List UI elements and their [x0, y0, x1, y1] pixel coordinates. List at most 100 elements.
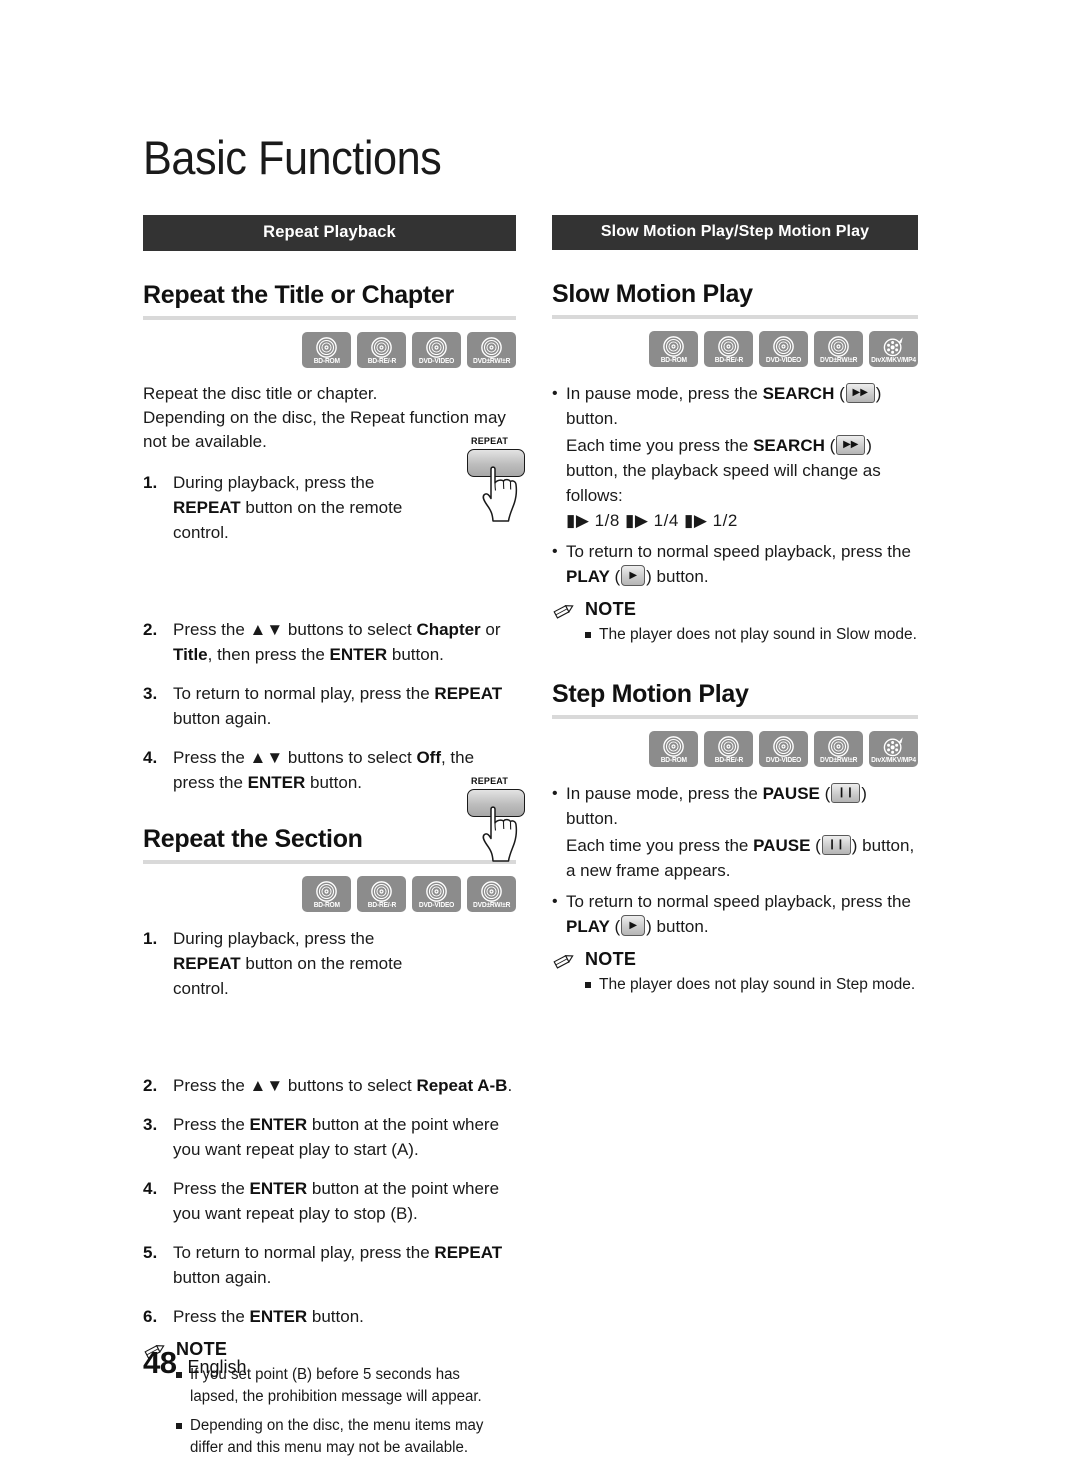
step-text: Press the ENTER button at the point wher… [173, 1112, 516, 1162]
disc-icon [371, 336, 392, 358]
disc-icon [828, 735, 849, 757]
note-block: NOTE The player does not play sound in S… [552, 949, 918, 996]
bullet-dot-icon: • [552, 893, 558, 910]
cont-fragment-bold: PAUSE [753, 836, 811, 855]
step-number: 2. [143, 620, 158, 639]
media-badge-label: DivX/MKV/MP4 [871, 356, 916, 364]
step-fragment-bold: REPEAT [434, 1243, 503, 1262]
step-item: 4. Press the ENTER button at the point w… [143, 1176, 516, 1226]
play-key-icon: ▶ [621, 565, 646, 586]
note-item: The player does not play sound in Slow m… [585, 624, 918, 646]
disc-badge-label: DVD±RW/±R [472, 901, 511, 909]
step-fragment-bold: ENTER [329, 645, 388, 664]
section-banner-repeat-playback: Repeat Playback [143, 215, 516, 251]
step-item: 1. During playback, press the REPEAT but… [143, 926, 516, 1001]
step-fragment: Press the [173, 1307, 250, 1326]
disc-icon [371, 880, 392, 902]
note-bullet-icon [585, 624, 599, 646]
subheading: Repeat the Title or Chapter [143, 281, 454, 309]
bullet-fragment-bold: PLAY [566, 917, 610, 936]
step-item: 6. Press the ENTER button. [143, 1304, 516, 1329]
step-fragment-bold: REPEAT [173, 954, 241, 973]
disc-badge-row: BD-ROM BD-RE/-R [143, 876, 516, 912]
heading-rule [143, 316, 516, 320]
page-footer: 48 English [143, 1345, 247, 1381]
bullet-item: • To return to normal speed playback, pr… [552, 889, 918, 939]
step-fragment-bold: ENTER [249, 1307, 308, 1326]
disc-badge-label: BD-ROM [313, 901, 340, 909]
disc-badge: DVD±RW/±R [467, 876, 516, 912]
section-slow-motion-play: Slow Motion Play BD-ROM BD-RE/-R DVD-VID… [552, 280, 918, 646]
disc-badge: DVD±RW/±R [814, 731, 863, 767]
bullet-list: • In pause mode, press the SEARCH (▶▶) b… [552, 381, 918, 589]
note-block: NOTE The player does not play sound in S… [552, 599, 918, 646]
cont-fragment: ( [810, 836, 821, 855]
section-repeat-title-or-chapter: Repeat the Title or Chapter BD-ROM BD-RE… [143, 281, 516, 795]
note-item: Depending on the disc, the menu items ma… [176, 1415, 516, 1459]
disc-icon [481, 880, 502, 902]
disc-icon [316, 880, 337, 902]
bullet-text: In pause mode, press the SEARCH (▶▶) but… [566, 381, 918, 431]
step-number: 1. [143, 473, 158, 492]
step-fragment-bold: REPEAT [434, 684, 503, 703]
step-text: Press the ▲▼ buttons to select Repeat A-… [173, 1073, 516, 1098]
bullet-item: • In pause mode, press the PAUSE (❙❙) bu… [552, 781, 918, 831]
step-fragment-bold: Repeat A-B [416, 1076, 508, 1095]
step-fragment-bold: ENTER [249, 1179, 308, 1198]
media-badge-label: DivX/MKV/MP4 [871, 756, 916, 764]
disc-badge-label: BD-RE/-R [714, 356, 743, 364]
bullet-fragment: ) button. [646, 567, 709, 586]
step-text: Press the ▲▼ buttons to select Chapter o… [173, 617, 516, 667]
disc-badge: DVD±RW/±R [814, 331, 863, 367]
step-fragment-bold: REPEAT [173, 498, 241, 517]
step-item: 3. Press the ENTER button at the point w… [143, 1112, 516, 1162]
step-text: Press the ENTER button. [173, 1304, 516, 1329]
disc-badge: BD-ROM [302, 876, 351, 912]
disc-icon [828, 335, 849, 357]
note-title: NOTE [585, 949, 637, 969]
step-item: 4. Press the ▲▼ buttons to select Off, t… [143, 745, 516, 795]
disc-badge: BD-RE/-R [704, 331, 753, 367]
note-header: NOTE [552, 599, 918, 620]
disc-badge-row: BD-ROM BD-RE/-R [143, 332, 516, 368]
disc-badge: DVD-VIDEO [759, 731, 808, 767]
note-header: NOTE [552, 949, 918, 970]
remote-repeat-button-illustration: REPEAT [463, 436, 537, 528]
bullet-fragment: To return to normal speed playback, pres… [566, 542, 911, 561]
note-text: Depending on the disc, the menu items ma… [190, 1417, 484, 1456]
bullet-fragment: ( [834, 384, 845, 403]
disc-icon [426, 336, 447, 358]
step-fragment: During playback, press the [173, 929, 375, 948]
remote-repeat-button-illustration: REPEAT [463, 776, 537, 868]
pressing-finger-icon [482, 466, 518, 522]
disc-badge: BD-ROM [302, 332, 351, 368]
step-number: 2. [143, 1076, 158, 1095]
page-language: English [187, 1357, 247, 1377]
step-text: During playback, press the REPEAT button… [173, 926, 441, 1001]
play-key-icon: ▶ [621, 915, 646, 936]
step-text: Press the ENTER button at the point wher… [173, 1176, 516, 1226]
step-fragment: Press the ▲▼ buttons to select [173, 748, 417, 767]
step-fragment-bold: ENTER [249, 1115, 308, 1134]
step-fragment: button again. [173, 709, 272, 728]
media-badge: DivX/MKV/MP4 [869, 331, 918, 367]
pressing-finger-icon [482, 806, 518, 862]
disc-badge-label: DVD-VIDEO [418, 357, 455, 365]
step-fragment: Press the ▲▼ buttons to select [173, 1076, 417, 1095]
cont-fragment: Each time you press the [566, 836, 754, 855]
step-text: To return to normal play, press the REPE… [173, 681, 516, 731]
pause-key-icon: ❙❙ [821, 835, 851, 855]
search-key-icon: ▶▶ [845, 383, 875, 403]
bullet-continuation: Each time you press the PAUSE (❙❙) butto… [566, 833, 918, 883]
disc-icon [773, 735, 794, 757]
disc-icon [426, 880, 447, 902]
step-item: 2. Press the ▲▼ buttons to select Repeat… [143, 1073, 516, 1098]
note-bullet-icon [176, 1415, 190, 1459]
disc-badge: BD-RE/-R [357, 876, 406, 912]
disc-badge-label: BD-RE/-R [367, 357, 396, 365]
page-number: 48 [143, 1345, 177, 1380]
disc-badge-label: BD-ROM [313, 357, 340, 365]
heading-rule [552, 715, 918, 719]
disc-badge-label: BD-ROM [660, 356, 687, 364]
bullet-dot-icon: • [552, 543, 558, 560]
